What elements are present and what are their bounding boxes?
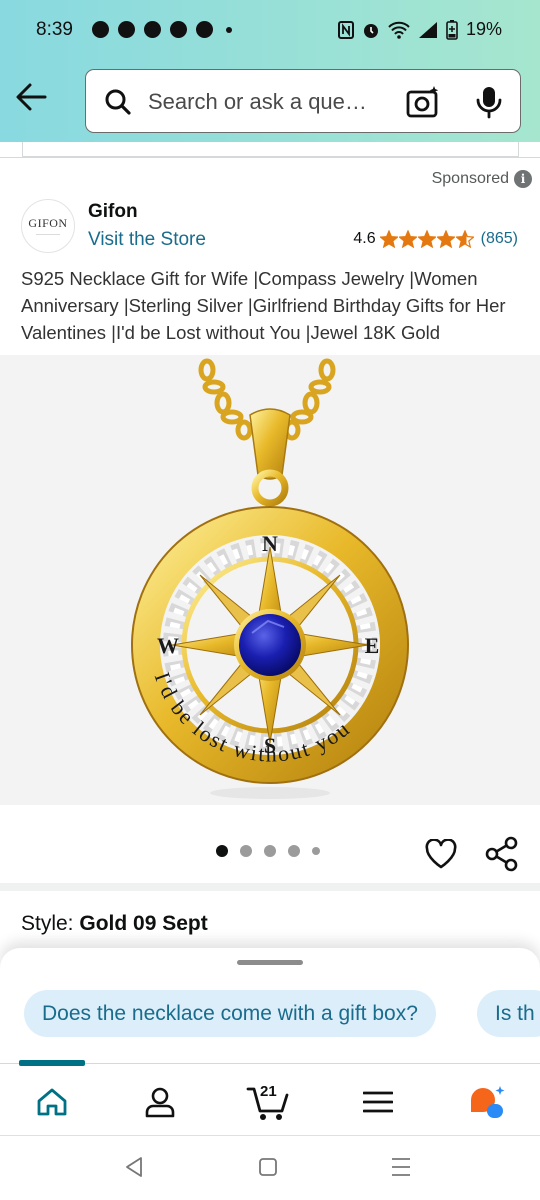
rating-value: 4.6 [353,230,376,247]
bottom-navigation: 21 [0,1060,540,1135]
search-input[interactable] [148,84,398,120]
star-icon [379,230,398,248]
suggestion-chip[interactable]: Is th [477,990,540,1037]
messenger-notification-icon [170,21,187,38]
star-icon [455,230,474,248]
share-icon [485,836,518,872]
cart-count-badge: 21 [260,1083,277,1100]
battery-percent: 19% [465,19,502,39]
previous-card-border [22,142,519,157]
sheet-drag-handle[interactable] [237,960,303,965]
signal-icon [418,21,437,38]
star-icon [417,230,436,248]
messenger-notification-icon [196,21,213,38]
microphone-icon [476,87,502,119]
product-image[interactable]: N E S W I'd be lost without you [0,355,540,805]
style-selector[interactable]: Style: Gold 09 Sept [21,912,208,936]
status-time: 8:39 [36,19,73,40]
hamburger-menu-icon [363,1091,393,1113]
sponsored-label[interactable]: Sponsored i [432,170,532,188]
section-divider [0,883,540,891]
nav-cart[interactable]: 21 [243,1080,293,1124]
brand-logo[interactable]: GIFON —————— [21,199,75,253]
recents-icon [392,1158,410,1176]
search-icon [105,89,131,115]
nav-menu[interactable] [353,1080,403,1124]
image-carousel-controls [0,806,540,886]
nav-home[interactable] [27,1080,77,1124]
system-recents-button[interactable] [390,1156,412,1183]
add-to-wishlist-button[interactable] [425,838,457,874]
rufus-suggestions-sheet: Does the necklace come with a gift box? … [0,948,540,1064]
wifi-icon [388,21,410,39]
battery-icon [446,19,458,40]
home-icon [37,1088,67,1116]
star-icon [398,230,417,248]
compass-letter-n: N [262,531,278,556]
active-tab-indicator [19,1060,85,1066]
header: 8:39 19% [0,0,540,142]
brand-logo-underline: —————— [36,231,60,236]
suggestion-chip[interactable]: Does the necklace come with a gift box? [24,990,436,1037]
carousel-dot[interactable] [216,845,228,857]
camera-search-button[interactable] [406,85,440,119]
square-home-icon [259,1158,277,1176]
previous-result-edge [0,142,540,158]
style-value: Gold 09 Sept [79,912,208,935]
messenger-notification-icon [144,21,161,38]
notification-icons [92,21,232,38]
status-indicators: 19% [337,19,502,40]
back-arrow-icon [16,83,47,111]
person-icon [145,1087,175,1118]
rufus-assistant-icon [471,1086,505,1118]
share-button[interactable] [485,836,519,877]
voice-search-button[interactable] [474,85,504,119]
camera-icon [406,86,439,118]
nav-account[interactable] [135,1080,185,1124]
carousel-dot[interactable] [288,845,300,857]
heart-icon [425,838,457,869]
system-back-button[interactable] [124,1156,144,1183]
carousel-dots[interactable] [216,845,320,857]
carousel-dot[interactable] [312,847,320,855]
nav-rufus[interactable] [462,1080,512,1124]
nfc-icon [337,20,354,39]
status-bar: 8:39 19% [0,0,540,62]
style-label: Style: [21,912,80,935]
carousel-dot[interactable] [240,845,252,857]
system-navigation-bar [0,1135,540,1200]
star-rating [379,230,474,248]
compass-letter-w: W [157,633,179,658]
rating-summary[interactable]: 4.6 (865) [353,230,518,248]
necklace-pendant-image: N E S W I'd be lost without you [131,358,409,799]
brand-name: Gifon [88,201,138,222]
more-notifications-icon [226,26,232,33]
info-icon[interactable]: i [514,170,532,188]
carousel-dot[interactable] [264,845,276,857]
search-bar[interactable] [85,69,521,133]
chat-notification-icon [92,21,109,38]
star-icon [436,230,455,248]
system-home-button[interactable] [258,1156,278,1183]
rating-count[interactable]: (865) [481,230,518,248]
sponsored-text: Sponsored [431,170,509,187]
compass-letter-e: E [365,633,380,658]
triangle-back-icon [126,1157,142,1177]
brand-logo-text: GIFON [28,216,68,230]
facebook-notification-icon [118,21,135,38]
visit-store-link[interactable]: Visit the Store [88,229,206,251]
product-title[interactable]: S925 Necklace Gift for Wife |Compass Jew… [21,265,521,346]
alarm-icon [363,23,378,38]
back-button[interactable] [14,80,54,116]
